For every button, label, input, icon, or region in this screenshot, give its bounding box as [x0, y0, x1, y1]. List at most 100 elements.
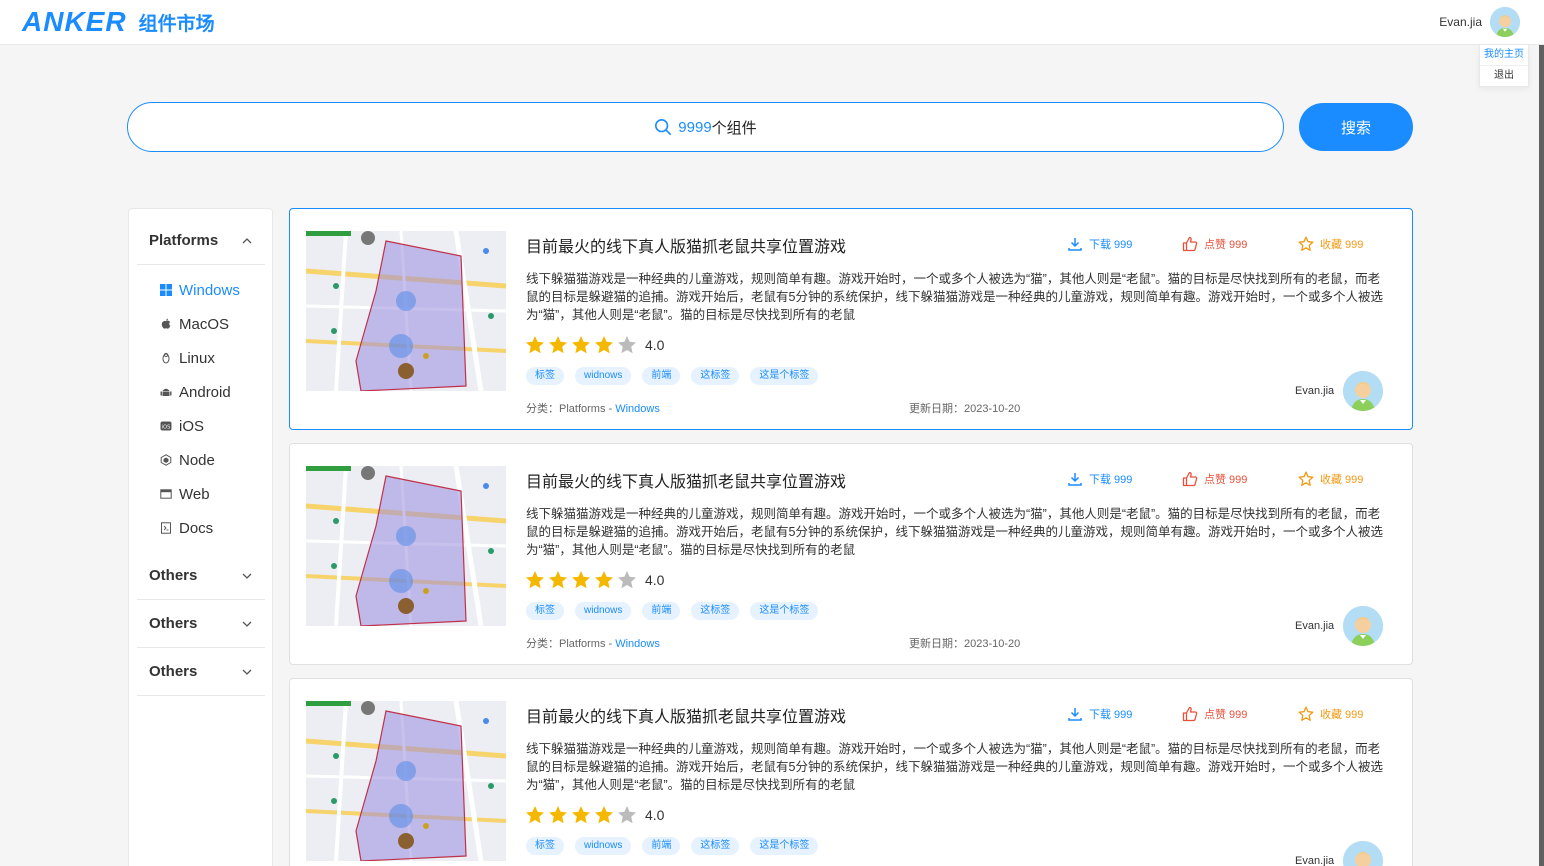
avatar-icon	[1490, 7, 1520, 37]
download-icon	[1068, 238, 1082, 251]
star-rating: 4.0	[525, 805, 664, 825]
map-thumbnail-image	[306, 466, 506, 626]
star-filled-icon	[526, 571, 544, 589]
category-prefix: 分类：Platforms -	[526, 638, 616, 650]
search-icon	[655, 118, 672, 136]
tag-chip[interactable]: 这标签	[691, 837, 740, 855]
component-card[interactable]: 目前最火的线下真人版猫抓老鼠共享位置游戏 下载 999 点赞 999 收藏 99…	[289, 208, 1413, 430]
menu-logout[interactable]: 退出	[1480, 66, 1528, 86]
chevron-down-icon	[242, 621, 252, 627]
sidebar-item-windows[interactable]: Windows	[160, 279, 240, 301]
sidebar-item-node[interactable]: Node	[160, 449, 215, 471]
chevron-down-icon	[242, 669, 252, 675]
card-category: 分类：Platforms - Windows	[526, 635, 660, 651]
favorite-button[interactable]: 收藏 999	[1298, 471, 1363, 487]
category-link[interactable]: Windows	[615, 403, 660, 415]
component-card[interactable]: 目前最火的线下真人版猫抓老鼠共享位置游戏 下载 999 点赞 999 收藏 99…	[289, 678, 1413, 866]
section-others-3[interactable]: Others	[137, 648, 265, 696]
thumbs-up-icon	[1182, 471, 1198, 487]
section-others-2[interactable]: Others	[137, 600, 265, 648]
logo[interactable]: ANKER 组件市场	[22, 6, 215, 37]
card-thumbnail[interactable]	[306, 231, 506, 391]
stars-container	[525, 805, 640, 825]
like-button[interactable]: 点赞 999	[1182, 236, 1247, 252]
like-button[interactable]: 点赞 999	[1182, 471, 1247, 487]
component-count-unit: 个组件	[711, 119, 757, 137]
sidebar-item-web[interactable]: Web	[160, 483, 210, 505]
card-thumbnail[interactable]	[306, 466, 506, 626]
svg-text:iOS: iOS	[162, 425, 171, 431]
section-title-others: Others	[149, 567, 198, 584]
download-icon	[1068, 473, 1082, 486]
page-scrollbar[interactable]	[1539, 45, 1544, 866]
category-link[interactable]: Windows	[615, 638, 660, 650]
tag-chip[interactable]: widnows	[575, 602, 632, 620]
avatar[interactable]	[1490, 7, 1520, 37]
like-count: 点赞 999	[1204, 709, 1248, 721]
tag-chip[interactable]: 这是个标签	[750, 837, 819, 855]
stars-container	[525, 335, 640, 355]
card-thumbnail[interactable]	[306, 701, 506, 861]
sidebar-item-docs[interactable]: Docs	[160, 517, 213, 539]
download-count: 下载 999	[1089, 709, 1133, 721]
menu-my-home[interactable]: 我的主页	[1480, 45, 1528, 66]
sidebar-item-macos[interactable]: MacOS	[160, 313, 229, 335]
tag-chip[interactable]: 前端	[642, 367, 681, 385]
author-avatar[interactable]	[1343, 841, 1384, 866]
favorite-button[interactable]: 收藏 999	[1298, 236, 1363, 252]
tag-chip[interactable]: 这是个标签	[750, 602, 819, 620]
tag-chip[interactable]: widnows	[575, 367, 632, 385]
chevron-up-icon	[242, 237, 252, 243]
tag-chip[interactable]: 前端	[642, 837, 681, 855]
tag-chip[interactable]: 这是个标签	[750, 367, 819, 385]
star-filled-icon	[549, 806, 567, 824]
section-title-others: Others	[149, 615, 198, 632]
chevron-down-icon	[242, 573, 252, 579]
card-title[interactable]: 目前最火的线下真人版猫抓老鼠共享位置游戏	[526, 468, 846, 492]
section-others-1[interactable]: Others	[137, 552, 265, 600]
search-button[interactable]: 搜索	[1299, 103, 1413, 151]
star-rating: 4.0	[525, 335, 664, 355]
user-box[interactable]: Evan.jia	[1439, 7, 1520, 37]
section-title-platforms: Platforms	[149, 232, 219, 249]
star-filled-icon	[549, 336, 567, 354]
star-filled-icon	[595, 806, 613, 824]
tag-chip[interactable]: 这标签	[691, 602, 740, 620]
sidebar-item-label: Node	[179, 451, 215, 469]
section-platforms[interactable]: Platforms	[137, 217, 265, 265]
card-title[interactable]: 目前最火的线下真人版猫抓老鼠共享位置游戏	[526, 703, 846, 727]
download-button[interactable]: 下载 999	[1067, 471, 1132, 487]
author-avatar-icon	[1343, 371, 1384, 411]
tag-chip[interactable]: widnows	[575, 837, 632, 855]
tag-chip[interactable]: 这标签	[691, 367, 740, 385]
sidebar-item-linux[interactable]: Linux	[160, 347, 215, 369]
tag-chip[interactable]: 前端	[642, 602, 681, 620]
author-avatar[interactable]	[1343, 606, 1384, 646]
thumbs-up-icon	[1182, 236, 1198, 252]
author-avatar[interactable]	[1343, 371, 1384, 411]
card-author[interactable]: Evan.jia	[1295, 371, 1384, 411]
download-count: 下载 999	[1089, 474, 1133, 486]
linux-icon	[162, 352, 170, 364]
sidebar-item-ios[interactable]: iOS iOS	[160, 415, 204, 437]
card-author[interactable]: Evan.jia	[1295, 606, 1384, 646]
sidebar-item-label: Android	[179, 383, 231, 401]
component-card[interactable]: 目前最火的线下真人版猫抓老鼠共享位置游戏 下载 999 点赞 999 收藏 99…	[289, 443, 1413, 665]
like-button[interactable]: 点赞 999	[1182, 706, 1247, 722]
card-category: 分类：Platforms - Windows	[526, 400, 660, 416]
stars-container	[525, 570, 640, 590]
card-author[interactable]: Evan.jia	[1295, 841, 1384, 866]
card-title[interactable]: 目前最火的线下真人版猫抓老鼠共享位置游戏	[526, 233, 846, 257]
windows-icon	[160, 284, 172, 296]
sidebar-item-android[interactable]: Android	[160, 381, 231, 403]
logo-wordmark: ANKER	[22, 6, 127, 37]
category-sidebar: Platforms Windows MacOS Linux Android iO…	[128, 208, 273, 866]
tag-chip[interactable]: 标签	[526, 602, 564, 620]
search-input[interactable]: 9999 个组件	[127, 102, 1284, 152]
scrollbar-thumb[interactable]	[1539, 45, 1544, 866]
tag-chip[interactable]: 标签	[526, 367, 564, 385]
download-button[interactable]: 下载 999	[1067, 706, 1132, 722]
download-button[interactable]: 下载 999	[1067, 236, 1132, 252]
favorite-button[interactable]: 收藏 999	[1298, 706, 1363, 722]
tag-chip[interactable]: 标签	[526, 837, 564, 855]
